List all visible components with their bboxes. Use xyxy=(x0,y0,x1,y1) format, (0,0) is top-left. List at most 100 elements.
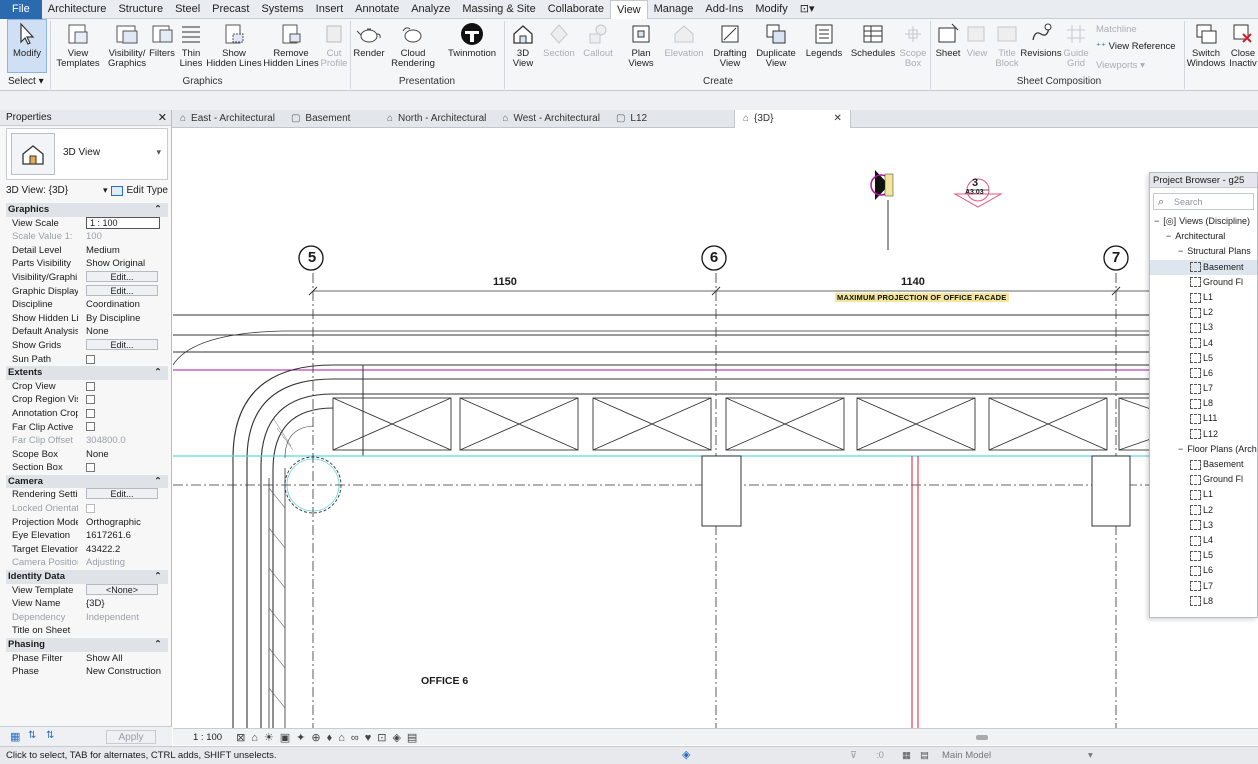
browser-tree-item[interactable]: L6 xyxy=(1150,563,1257,578)
type-selector[interactable]: 3D View ▾ xyxy=(6,128,168,180)
close-icon[interactable]: ✕ xyxy=(833,110,841,128)
property-value[interactable]: <None> xyxy=(78,583,168,598)
menu-item-analyze[interactable]: Analyze xyxy=(405,0,456,19)
browser-tree-item[interactable]: − Structural Plans xyxy=(1150,244,1257,259)
collapse-toggle-icon[interactable]: − xyxy=(1154,214,1159,229)
sort-descending-icon[interactable]: ⇅ xyxy=(46,730,54,741)
place-view-button[interactable]: View xyxy=(964,21,990,59)
menu-item-insert[interactable]: Insert xyxy=(310,0,350,19)
menu-item-add-ins[interactable]: Add-Ins xyxy=(699,0,749,19)
sort-ascending-icon[interactable]: ⇅ xyxy=(28,730,36,741)
browser-tree-item[interactable]: − Floor Plans (Arch xyxy=(1150,442,1257,457)
edit-button[interactable]: Edit... xyxy=(86,270,158,282)
close-icon[interactable]: ✕ xyxy=(158,110,167,126)
browser-tree-item[interactable]: − [◎] Views (Discipline) xyxy=(1150,214,1257,229)
property-value[interactable] xyxy=(78,353,168,367)
checkbox[interactable] xyxy=(86,422,95,432)
property-value[interactable]: None xyxy=(78,448,168,462)
property-value[interactable] xyxy=(78,461,168,475)
browser-tree-item[interactable]: L5 xyxy=(1150,351,1257,366)
browser-tree-item[interactable]: L5 xyxy=(1150,548,1257,563)
menu-item-annotate[interactable]: Annotate xyxy=(349,0,405,19)
elevation-button[interactable]: Elevation xyxy=(664,21,704,59)
property-value[interactable] xyxy=(78,393,168,407)
property-value[interactable]: Show Original xyxy=(78,257,168,271)
model-icon[interactable]: ▤ xyxy=(920,747,929,764)
sheet-button[interactable]: Sheet xyxy=(934,21,962,59)
3d-view-button[interactable]: 3D View xyxy=(508,21,538,69)
menu-item-modify[interactable]: Modify xyxy=(749,0,793,19)
property-value[interactable]: Medium xyxy=(78,244,168,258)
view-templates-button[interactable]: View Templates xyxy=(55,21,101,69)
checkbox[interactable] xyxy=(86,381,95,391)
edit-button[interactable]: <None> xyxy=(86,583,158,595)
filters-button[interactable]: Filters xyxy=(148,21,176,59)
property-value[interactable]: New Construction xyxy=(78,665,168,679)
guide-grid-button[interactable]: Guide Grid xyxy=(1063,21,1089,69)
edit-type-button[interactable]: Edit Type xyxy=(111,185,168,196)
property-value[interactable]: 43422.2 xyxy=(78,543,168,557)
apply-button[interactable]: Apply xyxy=(106,730,156,744)
view-tab[interactable]: ▢ L12 xyxy=(608,110,704,128)
browser-tree-item[interactable]: L4 xyxy=(1150,533,1257,548)
schedules-button[interactable]: Schedules xyxy=(850,21,896,59)
browser-tree-item[interactable]: L1 xyxy=(1150,290,1257,305)
worksharing-icon[interactable]: ◈ xyxy=(682,747,690,764)
title-block-button[interactable]: Title Block xyxy=(992,21,1022,69)
edit-button[interactable]: Edit... xyxy=(86,284,158,296)
property-value[interactable]: 1617261.6 xyxy=(78,529,168,543)
browser-tree-item[interactable]: L6 xyxy=(1150,366,1257,381)
drawing-canvas[interactable]: 5 6 7 1150 1140 MAXIMUM PROJECTION OF OF… xyxy=(173,128,1258,728)
browser-tree-item[interactable]: L8 xyxy=(1150,396,1257,411)
horizontal-scrollbar-thumb[interactable] xyxy=(976,734,988,740)
browser-tree-item[interactable]: L3 xyxy=(1150,518,1257,533)
property-value[interactable] xyxy=(78,407,168,421)
browser-search-input[interactable]: ⌕ Search xyxy=(1153,193,1254,210)
browser-tree-item[interactable]: Basement xyxy=(1150,259,1257,275)
collapse-toggle-icon[interactable]: − xyxy=(1178,244,1183,259)
checkbox[interactable] xyxy=(86,395,95,405)
browser-tree-item[interactable]: L7 xyxy=(1150,381,1257,396)
matchline-button[interactable]: Matchline xyxy=(1096,24,1137,35)
browser-tree-item[interactable]: L12 xyxy=(1150,427,1257,442)
view-scale-input[interactable]: 1 : 100 xyxy=(86,216,160,229)
property-value[interactable]: {3D} xyxy=(78,597,168,611)
cloud-rendering-button[interactable]: Cloud Rendering xyxy=(390,21,436,69)
property-section-header[interactable]: Identity Data ⌃ xyxy=(6,570,168,584)
menu-item-massing-site[interactable]: Massing & Site xyxy=(456,0,541,19)
menu-item-systems[interactable]: Systems xyxy=(255,0,309,19)
active-model[interactable]: Main Model xyxy=(942,747,991,764)
duplicate-view-button[interactable]: Duplicate View xyxy=(754,21,798,69)
browser-tree-item[interactable]: − Architectural xyxy=(1150,229,1257,244)
browser-tree-item[interactable]: L1 xyxy=(1150,487,1257,502)
property-value[interactable]: Orthographic xyxy=(78,516,168,530)
browser-tree-item[interactable]: L8 xyxy=(1150,594,1257,609)
browser-tree-item[interactable]: L11 xyxy=(1150,411,1257,426)
design-options-icon[interactable]: ▦ xyxy=(902,747,911,764)
browser-tree-item[interactable]: L2 xyxy=(1150,305,1257,320)
property-value[interactable]: Edit... xyxy=(78,488,168,502)
checkbox[interactable] xyxy=(86,463,95,473)
browser-tree-item[interactable]: Ground Fl xyxy=(1150,275,1257,290)
property-value[interactable]: By Discipline xyxy=(78,312,168,326)
browser-tree-item[interactable]: L4 xyxy=(1150,336,1257,351)
plan-views-button[interactable]: Plan Views xyxy=(624,21,658,69)
viewports-button[interactable]: Viewports ▾ xyxy=(1096,60,1145,71)
property-section-header[interactable]: Graphics ⌃ xyxy=(6,203,168,217)
browser-tree-item[interactable]: Ground Fl xyxy=(1150,472,1257,487)
collapse-toggle-icon[interactable]: − xyxy=(1166,229,1171,244)
chevron-down-icon[interactable]: ▾ xyxy=(1088,747,1093,764)
menu-item-collaborate[interactable]: Collaborate xyxy=(542,0,610,19)
browser-tree-item[interactable]: L7 xyxy=(1150,579,1257,594)
view-reference-button[interactable]: ⁺⁺ View Reference xyxy=(1096,41,1176,52)
menu-item-file[interactable]: File xyxy=(0,0,42,19)
browser-tree-item[interactable]: L2 xyxy=(1150,503,1257,518)
menu-item--[interactable]: ⊡▾ xyxy=(794,0,821,19)
instance-selector[interactable]: 3D View: {3D} xyxy=(6,185,68,196)
collapse-toggle-icon[interactable]: − xyxy=(1178,442,1183,457)
checkbox[interactable] xyxy=(86,354,95,364)
property-value[interactable]: None xyxy=(78,325,168,339)
view-control-icons[interactable]: ⊠⌂☀▣✦⊕♦⌂∞♥⊡◈▤ xyxy=(236,731,423,744)
menu-item-manage[interactable]: Manage xyxy=(648,0,700,19)
property-value[interactable]: Coordination xyxy=(78,298,168,312)
